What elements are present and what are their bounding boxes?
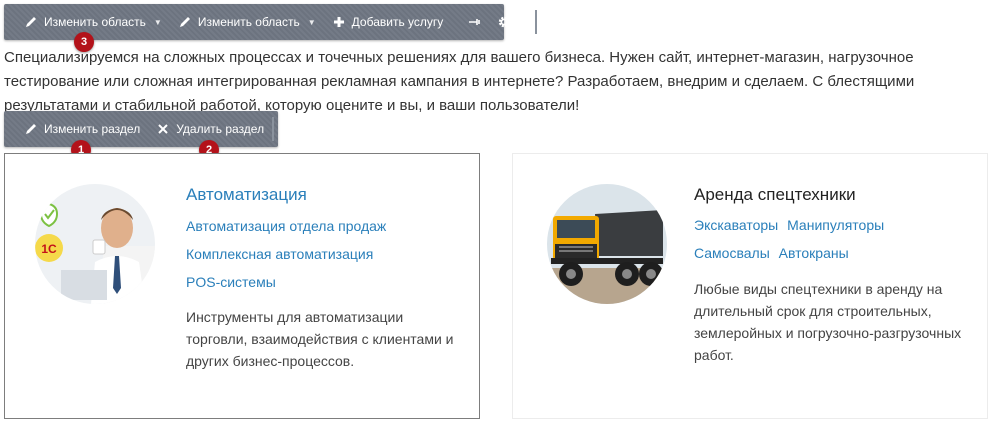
automation-image: 1С <box>35 184 155 304</box>
link-dump-trucks[interactable]: Самосвалы <box>694 245 770 261</box>
dump-truck-photo <box>547 184 667 304</box>
delete-section-label: Удалить раздел <box>176 122 265 136</box>
resize-handle[interactable] <box>272 117 275 141</box>
link-sales-automation[interactable]: Автоматизация отдела продаж <box>186 216 386 244</box>
link-pos-systems[interactable]: POS-системы <box>186 272 386 300</box>
onec-logo-text: 1С <box>41 242 57 256</box>
link-manipulators[interactable]: Манипуляторы <box>787 217 884 233</box>
chevron-down-icon: ▼ <box>153 17 162 27</box>
pencil-icon <box>179 17 190 27</box>
add-service-button[interactable]: Добавить услугу <box>324 4 452 40</box>
card-description-automation: Инструменты для автоматизации торговли, … <box>186 309 454 369</box>
link-complex-automation[interactable]: Комплексная автоматизация <box>186 244 386 272</box>
pencil-icon <box>26 17 36 27</box>
chevron-down-icon: ▼ <box>307 17 316 27</box>
pencil-icon <box>26 124 36 134</box>
edit-area-button[interactable]: Изменить область ▼ <box>16 4 170 40</box>
pin-button[interactable] <box>459 4 489 40</box>
card-description-equipment-rental: Любые виды спецтехники в аренду на длите… <box>694 281 962 363</box>
link-excavators[interactable]: Экскаваторы <box>694 217 778 233</box>
chevron-down-icon: ▼ <box>519 17 528 27</box>
businessman-photo: 1С <box>35 184 155 304</box>
automation-links: Автоматизация отдела продаж Комплексная … <box>186 216 386 300</box>
settings-button[interactable]: ▼ <box>489 4 535 40</box>
card-title-equipment-rental: Аренда спецтехники <box>694 185 856 204</box>
plus-icon <box>333 17 344 27</box>
resize-handle[interactable] <box>535 10 538 34</box>
equipment-links: Экскаваторы Манипуляторы Самосвалы Авток… <box>694 211 924 267</box>
link-truck-cranes[interactable]: Автокраны <box>779 245 849 261</box>
section-toolbar: Изменить раздел Удалить раздел <box>4 111 278 147</box>
pin-icon <box>469 19 481 25</box>
service-card-equipment-rental: Аренда спецтехники Экскаваторы Манипулят… <box>512 153 988 419</box>
shield-icon <box>39 202 59 228</box>
edit-area-label: Изменить область <box>44 15 146 29</box>
equipment-image <box>547 184 667 304</box>
edit-section-label: Изменить раздел <box>44 122 141 136</box>
service-card-automation: 1С Автоматизация Автоматизация отдела пр… <box>4 153 480 419</box>
edit-area-label-2: Изменить область <box>197 15 300 29</box>
gear-icon <box>499 16 510 28</box>
edit-area-button-2[interactable]: Изменить область ▼ <box>170 4 324 40</box>
intro-text: Специализируемся на сложных процессах и … <box>4 49 915 114</box>
card-title-automation[interactable]: Автоматизация <box>186 185 307 205</box>
close-icon <box>158 124 168 134</box>
add-service-label: Добавить услугу <box>351 15 444 29</box>
